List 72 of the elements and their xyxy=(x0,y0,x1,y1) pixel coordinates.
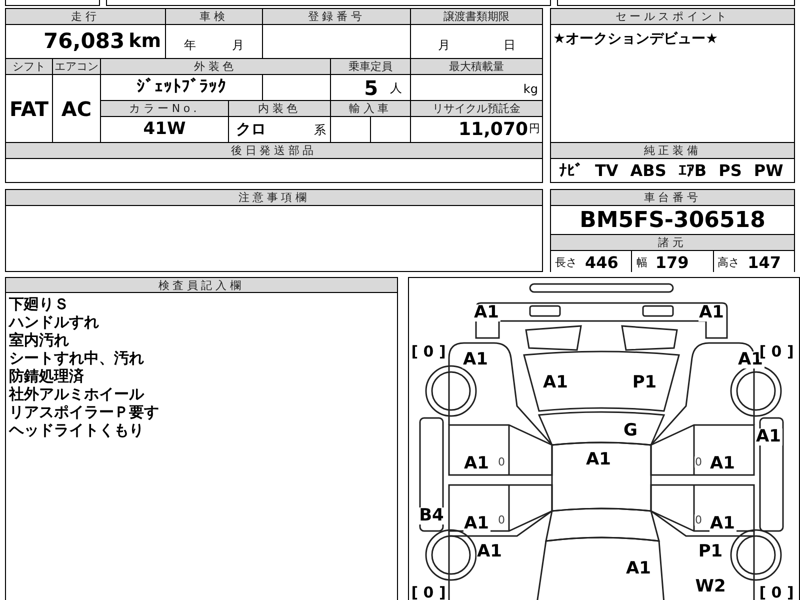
spec-label: 幅 xyxy=(636,254,648,271)
damage-mark: A1 xyxy=(755,428,782,446)
inspector-note: ハンドルすれ xyxy=(9,313,100,331)
inspector-note: 防錆処理済 xyxy=(9,367,85,385)
recycling-deposit-value: 11,070 xyxy=(458,118,528,142)
column-header: 検査員記入欄 xyxy=(6,278,396,293)
interior-color-suffix: 系 xyxy=(314,122,326,138)
column-header: 注意事項欄 xyxy=(6,190,542,205)
column-header: 譲渡書類期限 xyxy=(411,9,542,24)
damage-mark: [ 0 ] xyxy=(410,344,447,360)
damage-mark: A1 xyxy=(462,352,489,368)
column-header: リサイクル預託金 xyxy=(411,101,542,116)
column-header: カラーNo. xyxy=(101,101,228,116)
inspector-note: 社外アルミホイール xyxy=(9,385,146,403)
column-header: 車検 xyxy=(166,9,262,24)
air-conditioner-value: AC xyxy=(53,75,100,142)
shift-value: FAT xyxy=(6,75,52,142)
load-unit: kg xyxy=(523,81,538,98)
equipment-item: TV xyxy=(595,160,618,182)
damage-mark: A1 xyxy=(473,304,500,322)
damage-mark: A1 xyxy=(698,304,725,322)
equipment-item: PS xyxy=(718,160,742,182)
exterior-color-value: ｼﾞｪｯﾄﾌﾞﾗｯｸ xyxy=(101,75,262,100)
equipment-item: ABS xyxy=(630,160,666,182)
column-header: シフト xyxy=(6,59,52,74)
interior-color-value: クロ xyxy=(236,119,266,140)
damage-mark: A1 xyxy=(709,516,736,532)
inspector-note: ヘッドライトくもり xyxy=(9,421,145,439)
column-header: 登録番号 xyxy=(263,9,410,24)
damage-mark: 0 xyxy=(497,514,506,526)
column-header: 車台番号 xyxy=(551,190,794,205)
column-header: 純正装備 xyxy=(551,143,794,158)
spec-value: 446 xyxy=(585,252,618,274)
column-header: エアコン xyxy=(53,59,100,74)
column-header: 走行 xyxy=(6,9,165,24)
damage-mark: [ 0 ] xyxy=(410,586,447,600)
damage-mark: [ 0 ] xyxy=(758,586,795,600)
column-header: 外装色 xyxy=(101,59,330,74)
capacity-unit: 人 xyxy=(390,80,402,96)
inspector-note: リアスポイラーＰ要す xyxy=(9,403,160,421)
year-unit: 年 xyxy=(184,37,196,54)
inspector-note: 下廻りＳ xyxy=(9,295,70,313)
equipment-item: PW xyxy=(754,160,784,182)
mileage-value: 76,083 xyxy=(44,28,125,55)
column-header: 後日発送部品 xyxy=(6,143,542,158)
spec-value: 179 xyxy=(655,252,689,274)
column-header: 乗車定員 xyxy=(331,59,410,74)
spec-label: 高さ xyxy=(718,254,740,271)
spec-label: 長さ xyxy=(555,254,577,271)
sales-point-text: ★オークションデビュー★ xyxy=(551,25,794,142)
spec-value: 147 xyxy=(748,252,782,274)
damage-mark: 0 xyxy=(497,456,506,468)
column-header: 輸入車 xyxy=(331,101,410,116)
month-unit: 月 xyxy=(438,37,450,54)
yen-unit: 円 xyxy=(529,121,540,138)
damage-mark: B4 xyxy=(418,508,445,524)
column-header: セールスポイント xyxy=(551,9,794,24)
color-number-value: 41W xyxy=(101,117,228,142)
inspector-note: 室内汚れ xyxy=(9,331,70,349)
damage-mark: A1 xyxy=(476,544,503,560)
equipment-item: ｴｱB xyxy=(678,160,707,182)
day-unit: 日 xyxy=(503,37,516,54)
column-header: 諸元 xyxy=(551,235,794,250)
damage-mark: A1 xyxy=(463,516,490,532)
inspector-note: シートすれ中、汚れ xyxy=(9,349,145,367)
capacity-value: 5 xyxy=(364,74,378,102)
month-unit: 月 xyxy=(232,37,244,54)
column-header: 内装色 xyxy=(229,101,330,116)
column-header: 最大積載量 xyxy=(411,59,542,74)
mileage-unit: km xyxy=(128,29,161,54)
equipment-item: ﾅﾋﾞ xyxy=(559,160,583,182)
chassis-number: BM5FS-306518 xyxy=(551,206,794,234)
